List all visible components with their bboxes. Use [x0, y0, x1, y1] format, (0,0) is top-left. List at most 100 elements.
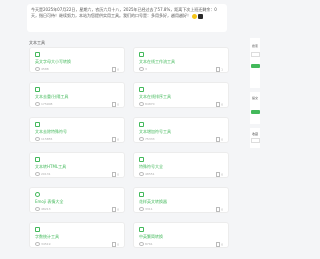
view-count: 115855: [41, 137, 53, 141]
tool-card-title[interactable]: 文本去除特殊符号: [35, 129, 67, 135]
view-count: 175908: [41, 102, 53, 106]
tool-card-views: 115855: [35, 137, 52, 141]
tool-card-likes[interactable]: 0: [112, 207, 119, 212]
sidebar-panel-1: 搜索: [250, 38, 260, 88]
thumbs-up-icon: [112, 207, 117, 212]
section-title: 文本工具: [29, 40, 45, 45]
tool-card-likes[interactable]: 0: [216, 137, 223, 142]
view-count: 3: [145, 67, 147, 71]
tool-card-title[interactable]: 花样英文转换器: [139, 199, 167, 205]
tool-card[interactable]: 文本在线排序工具 84870 0: [133, 82, 229, 108]
tool-card[interactable]: 文本去重/分隔工具 175908 0: [29, 82, 125, 108]
tool-card-title[interactable]: 文本去重/分隔工具: [35, 94, 68, 100]
thumbs-up-icon: [112, 67, 117, 72]
thumbs-up-icon: [216, 137, 221, 142]
tool-card-title[interactable]: 特殊符号大全: [139, 164, 163, 170]
convert-icon: [139, 227, 144, 232]
tool-card[interactable]: 花样英文转换器 3311 0: [133, 187, 229, 213]
like-count: 0: [117, 242, 119, 247]
view-count: 48551: [145, 172, 155, 176]
html-icon: [35, 157, 40, 162]
tool-card-title[interactable]: 中英繁简转换: [139, 234, 163, 240]
tool-card-title[interactable]: 文本在线排序工具: [139, 94, 171, 100]
like-count: 1: [221, 67, 223, 72]
eye-icon: [35, 172, 40, 176]
view-count: 48213: [41, 207, 51, 211]
tool-card-likes[interactable]: 0: [112, 242, 119, 247]
tool-card-title[interactable]: Emoji 表情大全: [35, 199, 63, 205]
like-count: 0: [221, 172, 223, 177]
like-count: 0: [117, 172, 119, 177]
sidebar-button-1[interactable]: [251, 64, 260, 68]
right-sidebar: 搜索 提交 收藏: [250, 0, 260, 259]
case-icon: [35, 52, 40, 57]
eye-icon: [35, 102, 40, 106]
tool-card-title[interactable]: 英文字母大小写转换: [35, 59, 71, 65]
eye-icon: [35, 207, 40, 211]
tool-card-likes[interactable]: 0: [112, 137, 119, 142]
tool-card-views: 3: [139, 67, 147, 71]
tool-card-views: 84870: [139, 102, 155, 106]
smile-icon: [192, 13, 198, 19]
view-count: 3311: [145, 207, 153, 211]
view-count: 84870: [145, 102, 155, 106]
tool-card[interactable]: Emoji 表情大全 48213 0: [29, 187, 125, 213]
tool-card-likes[interactable]: 0: [216, 102, 223, 107]
tool-card-likes[interactable]: 0: [112, 172, 119, 177]
tool-card-title[interactable]: 字数统计工具: [35, 234, 59, 240]
thumbs-up-icon: [216, 67, 221, 72]
tool-card[interactable]: 文本去除特殊符号 115855 0: [29, 117, 125, 143]
tool-card-likes[interactable]: 0: [112, 67, 119, 72]
view-count: 4588: [41, 67, 49, 71]
sidebar-panel-3: 收藏: [250, 128, 260, 148]
like-count: 0: [221, 242, 223, 247]
notice-banner: 今天是2025年07月22日，星期六，农历六月十八，2025年已经过去了57.8…: [27, 4, 227, 32]
tool-card[interactable]: 特殊符号大全 48551 0: [133, 152, 229, 178]
like-count: 0: [117, 137, 119, 142]
like-count: 0: [117, 207, 119, 212]
tool-card-likes[interactable]: 0: [216, 172, 223, 177]
sidebar-panel-2: 提交: [250, 92, 260, 124]
sidebar-input-2[interactable]: [251, 138, 260, 143]
tool-card-likes[interactable]: 1: [216, 67, 223, 72]
tool-card-views: 34519: [35, 242, 51, 246]
like-count: 0: [117, 67, 119, 72]
eye-icon: [139, 67, 144, 71]
tool-card-likes[interactable]: 0: [216, 207, 223, 212]
eye-icon: [139, 207, 144, 211]
sidebar-button-2[interactable]: [251, 110, 260, 114]
sidebar-label-search: 搜索: [252, 44, 259, 48]
symbol-icon: [35, 122, 40, 127]
tool-card-views: 48213: [35, 207, 51, 211]
eye-icon: [35, 137, 40, 141]
tool-card-likes[interactable]: 0: [112, 102, 119, 107]
thumbs-up-icon: [216, 172, 221, 177]
workflow-icon: [139, 52, 144, 57]
thumbs-up-icon: [112, 102, 117, 107]
thumbs-up-icon: [216, 242, 221, 247]
tool-card[interactable]: 文本转HTML工具 20131 0: [29, 152, 125, 178]
tool-card-views: 4588: [35, 67, 49, 71]
tool-card-views: 8761: [139, 242, 153, 246]
tool-card-views: 3311: [139, 207, 153, 211]
tool-card[interactable]: 文本增加符号工具 75333 0: [133, 117, 229, 143]
view-count: 20131: [41, 172, 51, 176]
sidebar-label-submit: 提交: [252, 96, 259, 100]
like-count: 0: [221, 207, 223, 212]
notice-text: 今天是2025年07月22日，星期六，农历六月十八，2025年已经过去了57.8…: [31, 7, 217, 18]
emoji-icon: [35, 192, 40, 197]
tool-card-views: 20131: [35, 172, 51, 176]
tool-card[interactable]: 英文字母大小写转换 4588 0: [29, 47, 125, 73]
sort-icon: [139, 87, 144, 92]
tool-card-title[interactable]: 文本转HTML工具: [35, 164, 66, 170]
tool-card-title[interactable]: 文本在线工作流工具: [139, 59, 175, 65]
tool-card[interactable]: 文本在线工作流工具 3 1: [133, 47, 229, 73]
tool-card-likes[interactable]: 0: [216, 242, 223, 247]
tool-card[interactable]: 中英繁简转换 8761 0: [133, 222, 229, 248]
special-icon: [139, 157, 144, 162]
tool-card-views: 75333: [139, 137, 155, 141]
tool-card-title[interactable]: 文本增加符号工具: [139, 129, 171, 135]
tool-card[interactable]: 字数统计工具 34519 0: [29, 222, 125, 248]
flag-icon: [198, 13, 204, 19]
sidebar-input[interactable]: [251, 52, 260, 57]
